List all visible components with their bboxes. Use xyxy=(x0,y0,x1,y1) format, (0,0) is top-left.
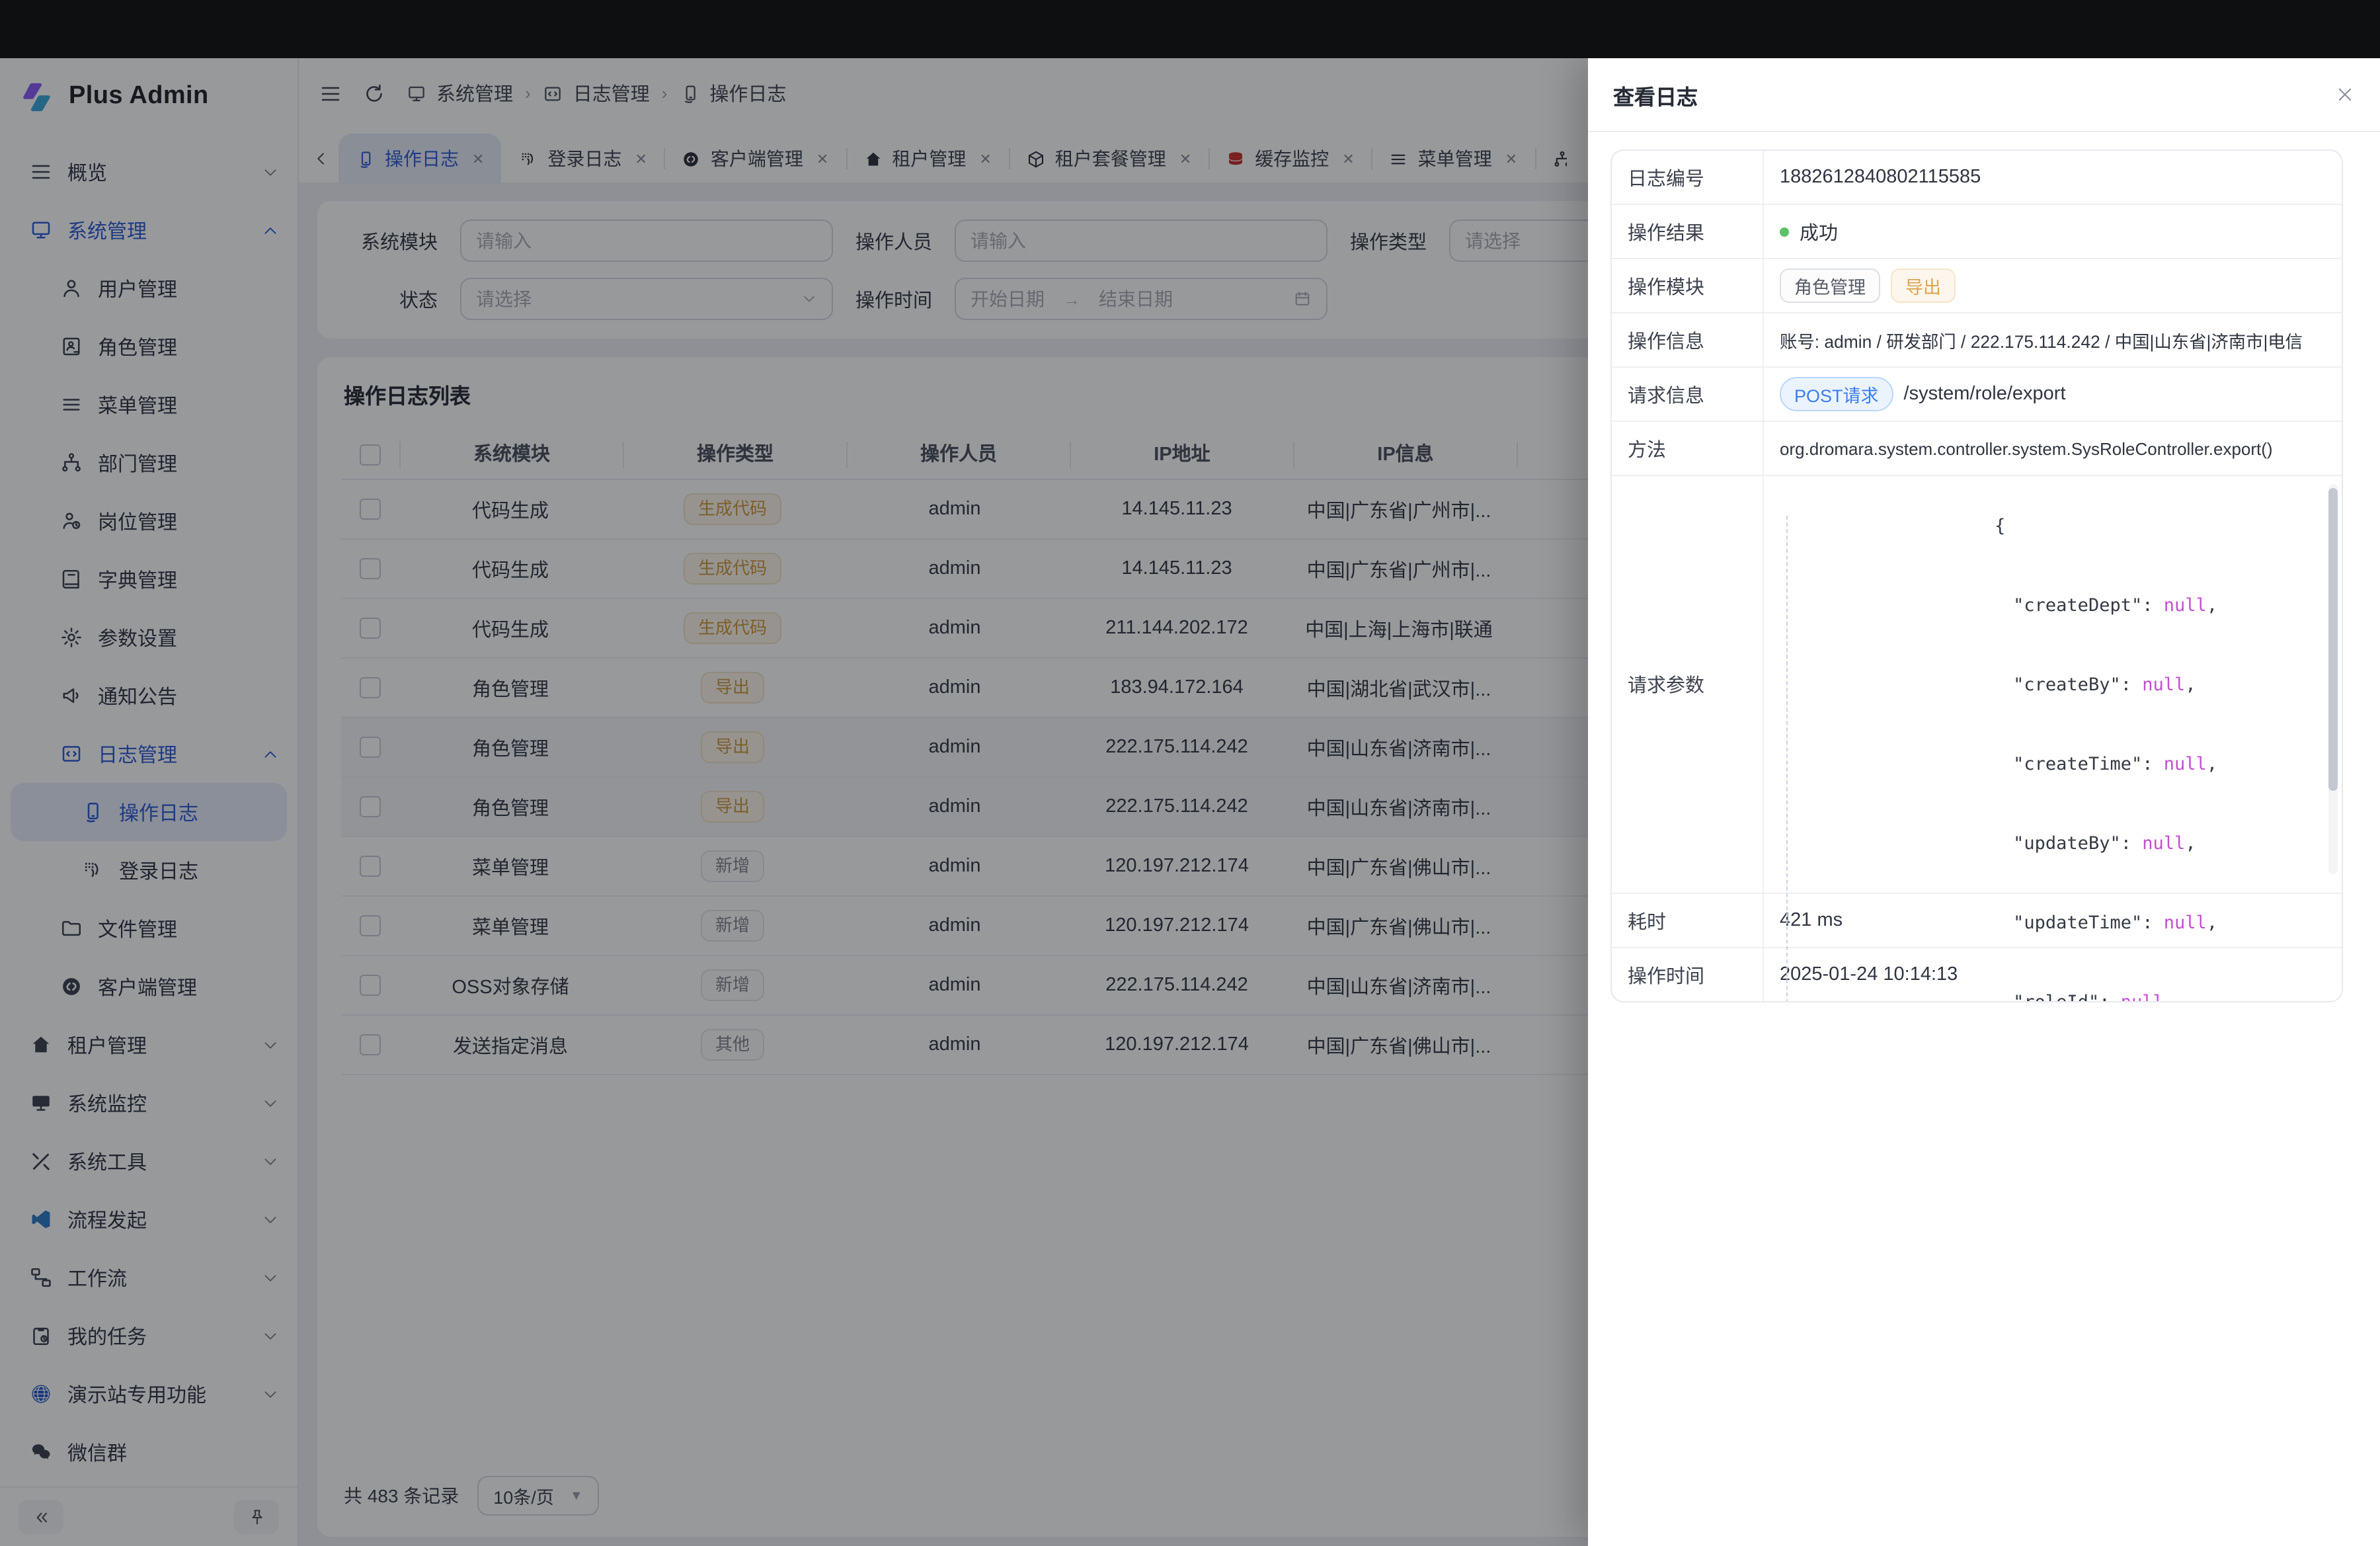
request-url: /system/role/export xyxy=(1904,384,2066,405)
json-line: roleId: null, xyxy=(1780,963,2336,1002)
success-dot xyxy=(1780,227,1789,236)
info-row: 操作信息 账号: admin / 研发部门 / 222.175.114.242 … xyxy=(1612,312,2342,366)
log-id-row: 日志编号 1882612840802115585 xyxy=(1612,151,2342,204)
page: Plus Admin 概览 系统管理 用户管理 xyxy=(0,0,2380,1546)
close-icon[interactable] xyxy=(2335,85,2355,104)
result-row: 操作结果 成功 xyxy=(1612,204,2342,258)
json-line: createDept: null, xyxy=(1780,566,2336,645)
method-row: 方法 org.dromara.system.controller.system.… xyxy=(1612,421,2342,475)
json-line: updateBy: null, xyxy=(1780,804,2336,883)
result-value: 成功 xyxy=(1800,218,1838,245)
indent-guide xyxy=(1786,516,1788,1002)
json-line: { xyxy=(1780,487,2336,566)
log-detail-drawer: 查看日志 日志编号 1882612840802115585 操作结果 成功 xyxy=(1588,58,2380,1546)
method-value: org.dromara.system.controller.system.Sys… xyxy=(1764,422,2342,475)
log-id-value: 1882612840802115585 xyxy=(1764,151,2342,204)
json-scrollbar-thumb[interactable] xyxy=(2328,488,2338,791)
modal-overlay[interactable] xyxy=(0,58,1588,1546)
params-row: 请求参数 { createDept: null, createBy: null, xyxy=(1612,475,2342,893)
drawer-body: 日志编号 1882612840802115585 操作结果 成功 操作模块 xyxy=(1588,132,2380,1002)
drawer-title: 查看日志 xyxy=(1613,79,1698,110)
app-window: Plus Admin 概览 系统管理 用户管理 xyxy=(0,58,2380,1546)
action-tag: 导出 xyxy=(1891,268,1956,303)
info-value: 账号: admin / 研发部门 / 222.175.114.242 / 中国|… xyxy=(1764,313,2342,366)
json-line: createBy: null, xyxy=(1780,645,2336,725)
request-row: 请求信息 POST请求 /system/role/export xyxy=(1612,366,2342,421)
log-detail-table: 日志编号 1882612840802115585 操作结果 成功 操作模块 xyxy=(1610,149,2343,1002)
post-method-tag: POST请求 xyxy=(1780,377,1893,411)
json-line: updateTime: null, xyxy=(1780,883,2336,963)
json-line: createTime: null, xyxy=(1780,725,2336,804)
module-tag: 角色管理 xyxy=(1780,268,1880,303)
request-params-json: { createDept: null, createBy: null, crea… xyxy=(1780,487,2336,1002)
module-row: 操作模块 角色管理 导出 xyxy=(1612,258,2342,312)
drawer-header: 查看日志 xyxy=(1588,58,2380,132)
